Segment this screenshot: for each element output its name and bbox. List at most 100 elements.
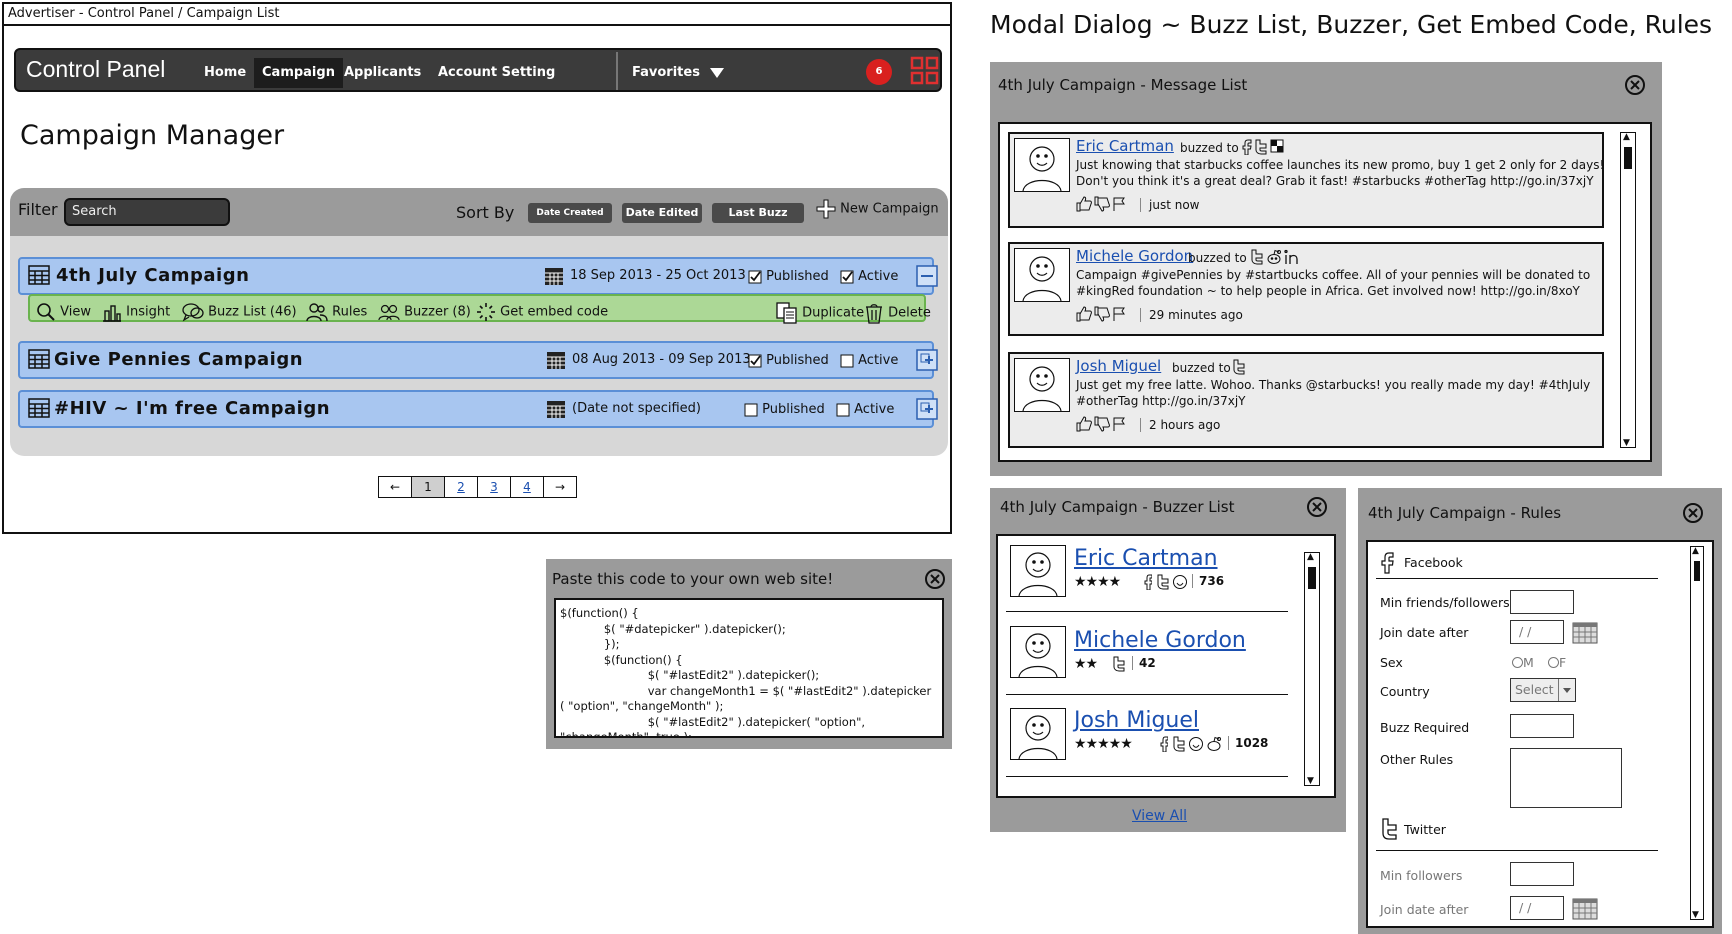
chevron-down-icon xyxy=(710,67,725,78)
campaign-name[interactable]: #HIV ~ I'm free Campaign xyxy=(54,398,330,419)
message-user-link[interactable]: Eric Cartman xyxy=(1076,137,1174,155)
join-date-input[interactable]: / / xyxy=(1510,620,1564,644)
sort-date-edited[interactable]: Date Edited xyxy=(622,203,702,223)
reddit-icon xyxy=(1266,249,1282,265)
expand-icon[interactable] xyxy=(916,398,938,420)
calendar-icon[interactable] xyxy=(1572,620,1598,644)
buzz-required-input[interactable] xyxy=(1510,714,1574,738)
twitter-icon xyxy=(1172,736,1186,752)
close-icon[interactable] xyxy=(1306,496,1328,518)
other-rules-textarea[interactable] xyxy=(1510,748,1622,808)
buzz-list-action[interactable]: Buzz List (46) xyxy=(182,302,297,322)
scrollbar[interactable]: ▲ ▼ xyxy=(1690,546,1704,920)
sort-date-created[interactable]: Date Created xyxy=(528,203,612,223)
buzzer-list-title: 4th July Campaign - Buzzer List xyxy=(1000,498,1235,516)
nav-account-setting[interactable]: Account Setting xyxy=(430,58,563,88)
close-icon[interactable] xyxy=(924,568,946,590)
flag-icon[interactable] xyxy=(1112,416,1126,432)
view-all-link[interactable]: View All xyxy=(1132,808,1187,824)
divider xyxy=(1006,694,1288,695)
page-3[interactable]: 3 xyxy=(477,477,510,497)
active-checkbox[interactable]: Active xyxy=(840,269,898,284)
active-checkbox[interactable]: Active xyxy=(836,402,894,417)
divider xyxy=(1376,850,1658,851)
message-time: 29 minutes ago xyxy=(1140,308,1243,322)
page-2[interactable]: 2 xyxy=(444,477,477,497)
insight-action[interactable]: Insight xyxy=(102,302,170,322)
expand-icon[interactable] xyxy=(916,349,938,371)
view-label: View xyxy=(60,304,91,320)
new-campaign-button[interactable]: New Campaign xyxy=(816,199,939,219)
notification-badge[interactable]: 6 xyxy=(866,59,892,85)
join-date-twitter-input[interactable]: / / xyxy=(1510,896,1564,920)
buzzer-action[interactable]: Buzzer (8) xyxy=(378,302,471,322)
next-page-button[interactable]: → xyxy=(543,477,576,497)
like-icon[interactable] xyxy=(1076,306,1092,322)
dislike-icon[interactable] xyxy=(1094,416,1110,432)
scrollbar[interactable]: ▲ ▼ xyxy=(1620,132,1636,448)
sex-male-label: M xyxy=(1523,655,1534,670)
prev-page-button[interactable]: ← xyxy=(379,477,411,497)
twitter-section-label: Twitter xyxy=(1404,822,1446,837)
dislike-icon[interactable] xyxy=(1094,306,1110,322)
message-user-link[interactable]: Michele Gordon xyxy=(1076,247,1193,265)
nav-favorites[interactable]: Favorites xyxy=(624,58,732,88)
country-select[interactable]: Select xyxy=(1510,678,1576,702)
calendar-icon xyxy=(546,399,566,419)
min-friends-label: Min friends/followers xyxy=(1380,595,1510,610)
min-followers-input[interactable] xyxy=(1510,862,1574,886)
campaign-name[interactable]: 4th July Campaign xyxy=(56,265,249,286)
like-icon[interactable] xyxy=(1076,196,1092,212)
like-icon[interactable] xyxy=(1076,416,1092,432)
delete-label: Delete xyxy=(888,305,931,321)
close-icon[interactable] xyxy=(1682,502,1704,524)
buzzer-name-link[interactable]: Eric Cartman xyxy=(1074,546,1218,571)
checkbox-checked-icon xyxy=(748,354,762,368)
published-checkbox[interactable]: Published xyxy=(748,269,829,284)
page-4[interactable]: 4 xyxy=(510,477,543,497)
rules-label: Rules xyxy=(332,304,368,320)
delete-action[interactable]: Delete xyxy=(864,302,931,324)
checkbox-checked-icon xyxy=(840,270,854,284)
search-input[interactable]: Search xyxy=(64,198,230,226)
nav-home[interactable]: Home xyxy=(196,58,254,88)
embed-code-textarea[interactable]: $(function() { $( "#datepicker" ).datepi… xyxy=(554,598,944,738)
twitter-icon xyxy=(1250,249,1264,265)
nav-campaign[interactable]: Campaign xyxy=(254,58,343,88)
flag-icon[interactable] xyxy=(1112,196,1126,212)
min-friends-input[interactable] xyxy=(1510,590,1574,614)
sex-male-radio[interactable]: M xyxy=(1512,654,1534,670)
facebook-section-label: Facebook xyxy=(1404,555,1463,570)
view-action[interactable]: View xyxy=(36,302,91,322)
embed-action[interactable]: Get embed code xyxy=(476,302,608,322)
foursquare-icon xyxy=(1270,139,1284,153)
buzzer-name-link[interactable]: Michele Gordon xyxy=(1074,628,1246,653)
message-user-link[interactable]: Josh Miguel xyxy=(1076,357,1161,375)
checkbox-checked-icon xyxy=(748,270,762,284)
dislike-icon[interactable] xyxy=(1094,196,1110,212)
calendar-icon[interactable] xyxy=(1572,896,1598,920)
twitter-icon xyxy=(1156,574,1170,590)
published-checkbox[interactable]: Published xyxy=(744,402,825,417)
sex-female-label: F xyxy=(1559,655,1567,670)
facebook-icon xyxy=(1142,574,1152,590)
campaign-dates: 18 Sep 2013 - 25 Oct 2013 xyxy=(570,268,746,283)
apps-grid-icon[interactable] xyxy=(910,56,940,86)
flag-icon[interactable] xyxy=(1112,306,1126,322)
brand[interactable]: Control Panel xyxy=(26,56,165,83)
scrollbar[interactable]: ▲ ▼ xyxy=(1304,552,1320,786)
sort-last-buzz[interactable]: Last Buzz xyxy=(712,203,804,223)
active-label: Active xyxy=(858,353,899,368)
page-1[interactable]: 1 xyxy=(411,477,444,497)
collapse-icon[interactable] xyxy=(916,265,938,287)
active-checkbox[interactable]: Active xyxy=(840,353,898,368)
sex-female-radio[interactable]: F xyxy=(1548,654,1566,670)
buzzer-name-link[interactable]: Josh Miguel xyxy=(1074,708,1199,733)
country-label: Country xyxy=(1380,684,1430,699)
campaign-name[interactable]: Give Pennies Campaign xyxy=(54,349,303,370)
duplicate-action[interactable]: Duplicate xyxy=(776,302,864,324)
published-checkbox[interactable]: Published xyxy=(748,353,829,368)
nav-applicants[interactable]: Applicants xyxy=(336,58,429,88)
rules-action[interactable]: Rules xyxy=(306,302,367,322)
close-icon[interactable] xyxy=(1624,74,1646,96)
